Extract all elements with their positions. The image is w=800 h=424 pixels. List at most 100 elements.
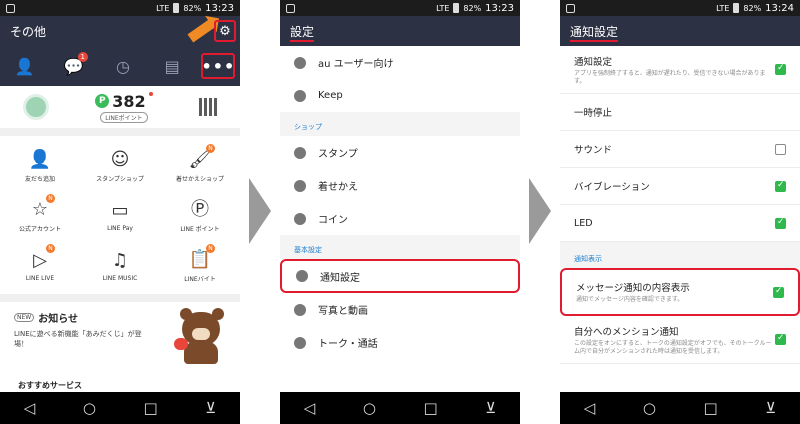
back-icon[interactable]: ◁ xyxy=(24,399,36,417)
avatar[interactable] xyxy=(23,94,50,120)
service-shield-star[interactable]: ☆ 公式アカウント N xyxy=(0,190,80,240)
service-brush[interactable]: 🖌 着せかえショップ N xyxy=(160,140,240,190)
news-card[interactable]: NEW お知らせ LINEに遊べる新機能「あみだくじ」が登場！ xyxy=(0,294,240,370)
photo-video-icon xyxy=(294,303,306,316)
menu-icon[interactable]: ⊻ xyxy=(765,399,776,417)
checkbox[interactable] xyxy=(775,180,786,192)
phone-screen-notifications: LTE 82% 13:24 通知設定 通知設定 アプリを強制終了すると、通知が遅れ… xyxy=(560,0,800,424)
news-body: LINEに遊べる新機能「あみだくじ」が登場！ xyxy=(14,330,142,348)
tab-timeline[interactable]: ◷ xyxy=(103,50,143,82)
service-sticker-face[interactable]: ☺ スタンプショップ xyxy=(80,140,160,190)
service-play[interactable]: ▷ LINE LIVE N xyxy=(0,240,80,290)
menu-icon[interactable]: ⊻ xyxy=(205,399,216,417)
settings-item-label: 着せかえ xyxy=(318,182,358,193)
new-badge: N xyxy=(46,244,55,253)
qr-code-icon[interactable] xyxy=(198,98,217,116)
new-tag: NEW xyxy=(14,313,35,322)
coin-icon xyxy=(294,212,306,225)
points-label: LINEポイント xyxy=(100,111,148,123)
settings-item[interactable]: スタンプ xyxy=(280,136,520,169)
row-text: サウンド xyxy=(574,142,775,156)
service-music-note[interactable]: ♫ LINE MUSIC xyxy=(80,240,160,290)
checkbox[interactable] xyxy=(775,333,786,345)
tab-more[interactable]: ••• xyxy=(201,53,236,79)
section-header-basic: 基本設定 xyxy=(280,235,520,259)
back-icon[interactable]: ◁ xyxy=(584,399,596,417)
gear-icon: ⚙ xyxy=(219,23,231,39)
recommended-services-heading: おすすめサービス xyxy=(18,381,82,390)
service-person-add[interactable]: 👤 友だち追加 xyxy=(0,140,80,190)
setting-description: アプリを強制終了すると、通知が遅れたり、受信できない場合があります。 xyxy=(574,69,766,85)
play-icon: ▷ xyxy=(33,249,47,271)
line-points[interactable]: P 382 LINEポイント xyxy=(95,91,153,123)
settings-item-label: スタンプ xyxy=(318,149,358,160)
service-card[interactable]: ▭ LINE Pay xyxy=(80,190,160,240)
home-icon[interactable]: ○ xyxy=(643,399,656,417)
android-nav-bar: ◁ ○ □ ⊻ xyxy=(0,392,240,424)
profile-row: P 382 LINEポイント xyxy=(0,86,240,136)
menu-icon[interactable]: ⊻ xyxy=(485,399,496,417)
checkbox[interactable] xyxy=(775,217,786,229)
service-clipboard[interactable]: 📋 LINEバイト N xyxy=(160,240,240,290)
row-text: 自分へのメンション通知 この設定をオンにすると、トークの通知設定がオフでも、そのト… xyxy=(574,324,775,356)
points-value: 382 xyxy=(112,91,146,111)
news-icon: ▤ xyxy=(164,56,180,76)
settings-button[interactable]: ⚙ xyxy=(214,20,236,42)
notification-setting-row[interactable]: 通知設定 アプリを強制終了すると、通知が遅れたり、受信できない場合があります。 xyxy=(560,46,800,94)
notification-setting-row[interactable]: 自分へのメンション通知 この設定をオンにすると、トークの通知設定がオフでも、そのト… xyxy=(560,316,800,364)
settings-item[interactable]: コイン xyxy=(280,202,520,235)
network-label: LTE xyxy=(716,3,730,13)
network-label: LTE xyxy=(156,3,170,13)
setting-label: 通知設定 xyxy=(574,56,613,68)
notification-settings-list: 通知設定アプリを強制終了すると、通知が遅れたり、受信できない場合があります。一時… xyxy=(560,46,800,364)
service-label: 着せかえショップ xyxy=(175,175,224,183)
settings-item[interactable]: 通知設定 xyxy=(280,259,520,293)
settings-item[interactable]: 着せかえ xyxy=(280,169,520,202)
recents-icon[interactable]: □ xyxy=(144,399,158,417)
settings-item-label: 写真と動画 xyxy=(318,306,368,317)
battery-level: 82% xyxy=(183,3,202,13)
checkbox[interactable] xyxy=(773,286,784,298)
setting-label: サウンド xyxy=(574,145,613,156)
service-p-circle[interactable]: Ⓟ LINE ポイント xyxy=(160,190,240,240)
back-icon[interactable]: ◁ xyxy=(304,399,316,417)
tab-friends[interactable]: 👤 xyxy=(5,50,45,82)
checkbox[interactable] xyxy=(775,63,786,75)
tab-chats[interactable]: 💬 1 xyxy=(54,50,94,82)
screenshot-collage: LTE 82% 13:23 その他 ⚙ 👤 💬1 ◷ ▤ ••• P 382 xyxy=(0,0,800,424)
notification-icon xyxy=(286,3,295,13)
battery-icon xyxy=(453,3,460,13)
notification-setting-row[interactable]: 一時停止 xyxy=(560,94,800,131)
service-label: 公式アカウント xyxy=(18,225,61,233)
section-header-display: 通知表示 xyxy=(560,242,800,268)
notification-setting-row[interactable]: LED xyxy=(560,205,800,242)
tab-news[interactable]: ▤ xyxy=(152,50,192,82)
checkbox[interactable] xyxy=(775,143,786,155)
notification-setting-row[interactable]: サウンド xyxy=(560,131,800,168)
theme-brush-icon xyxy=(294,179,306,192)
home-icon[interactable]: ○ xyxy=(83,399,96,417)
network-label: LTE xyxy=(436,3,450,13)
recents-icon[interactable]: □ xyxy=(704,399,718,417)
setting-label: メッセージ通知の内容表示 xyxy=(576,283,690,294)
status-bar: LTE 82% 13:23 xyxy=(280,0,520,16)
notification-setting-row[interactable]: バイブレーション xyxy=(560,168,800,205)
settings-item-label: トーク・通話 xyxy=(318,339,378,350)
settings-item[interactable]: Keep xyxy=(280,79,520,112)
service-label: スタンプショップ xyxy=(96,175,144,183)
settings-item-label: Keep xyxy=(318,90,343,101)
au-icon xyxy=(294,56,306,69)
settings-item[interactable]: au ユーザー向け xyxy=(280,46,520,79)
person-icon: 👤 xyxy=(14,56,35,76)
home-icon[interactable]: ○ xyxy=(363,399,376,417)
recents-icon[interactable]: □ xyxy=(424,399,438,417)
new-badge: N xyxy=(206,144,215,153)
settings-item[interactable]: トーク・通話 xyxy=(280,326,520,359)
keep-icon xyxy=(294,89,306,102)
shield-star-icon: ☆ xyxy=(31,198,49,220)
page-title: 設定 xyxy=(290,24,315,42)
step-arrow-icon xyxy=(249,178,271,244)
brown-bear-mascot-icon xyxy=(174,308,226,364)
settings-item[interactable]: 写真と動画 xyxy=(280,293,520,326)
notification-setting-row[interactable]: メッセージ通知の内容表示 通知でメッセージ内容を確認できます。 xyxy=(560,268,800,316)
